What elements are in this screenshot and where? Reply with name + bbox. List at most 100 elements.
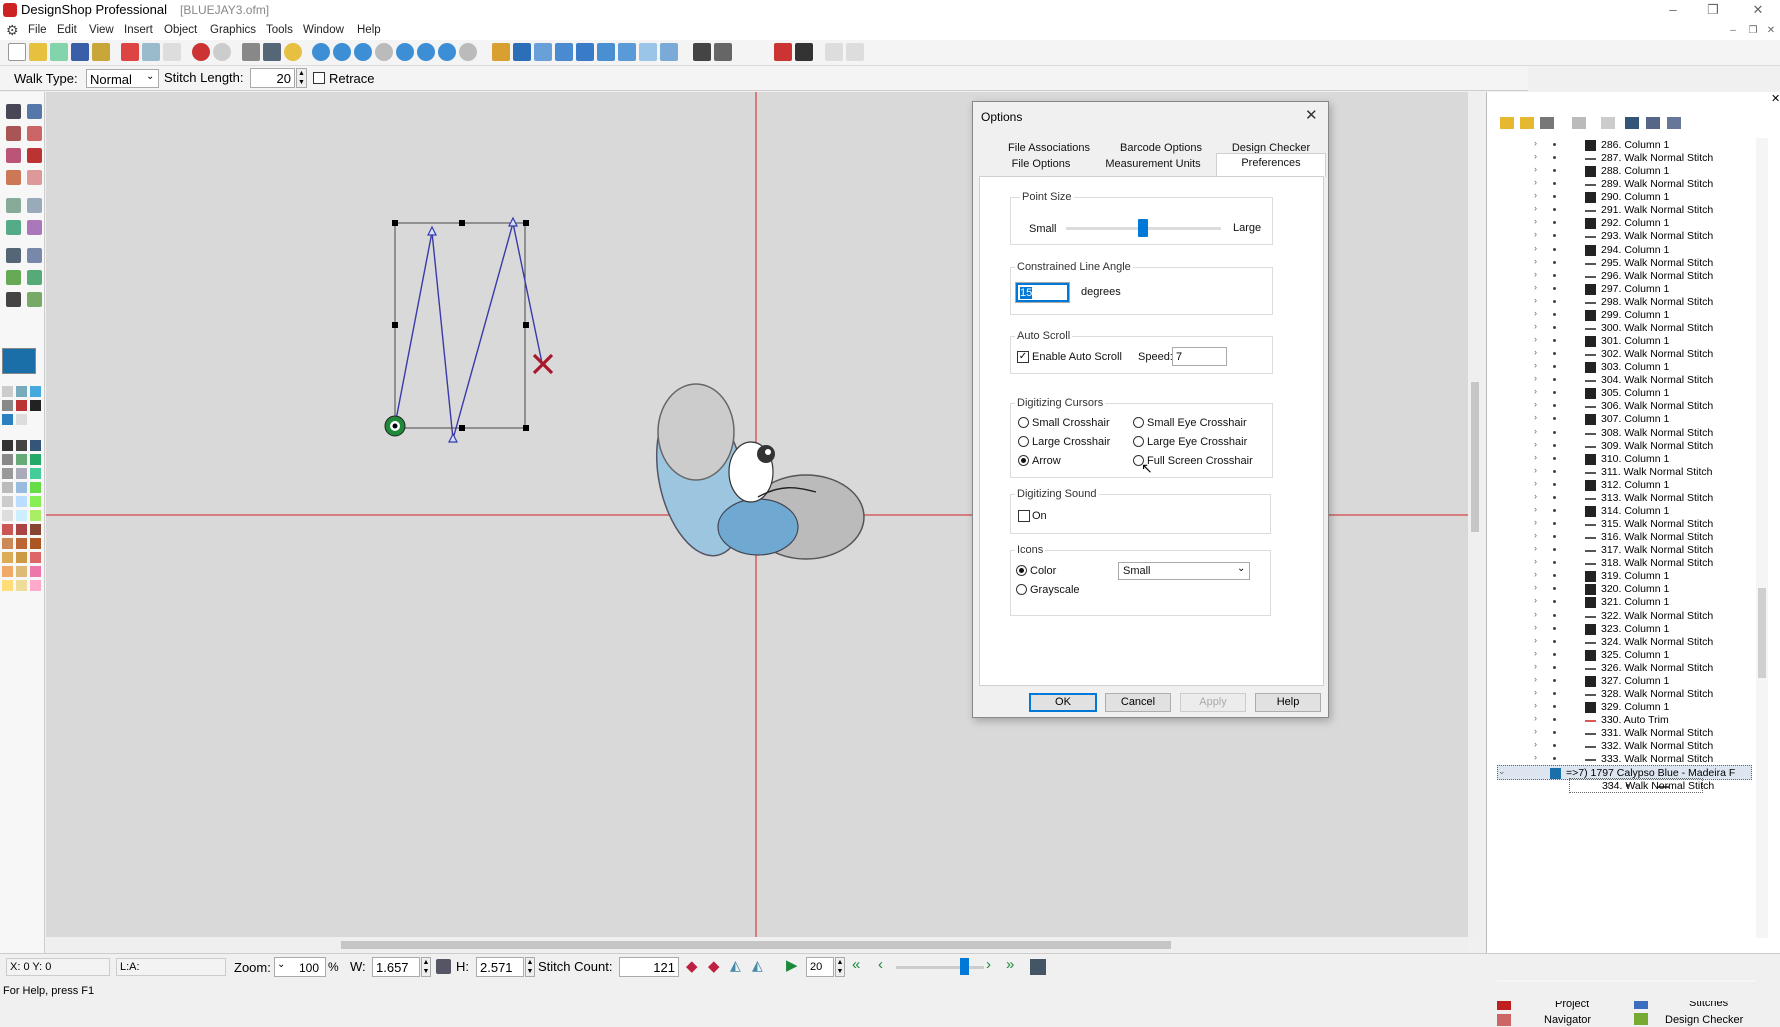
stitch-step-2-icon[interactable]: ◆	[708, 957, 720, 975]
stitch-player-icon[interactable]	[1030, 959, 1046, 975]
palette-color-swatch[interactable]	[30, 482, 41, 493]
expand-icon[interactable]: ›	[1534, 609, 1537, 619]
visibility-dot[interactable]	[1553, 352, 1556, 356]
cut-icon[interactable]	[121, 43, 139, 61]
stitch-length-spinner[interactable]: ▲ ▼	[296, 68, 307, 88]
expand-icon[interactable]: ›	[1534, 321, 1537, 331]
visibility-dot[interactable]	[1553, 221, 1556, 225]
copy-icon[interactable]	[142, 43, 160, 61]
menu-insert[interactable]: Insert	[124, 24, 153, 36]
palette-color-swatch[interactable]	[2, 552, 13, 563]
help-icon[interactable]	[284, 43, 302, 61]
save-icon[interactable]	[71, 43, 89, 61]
expand-icon[interactable]: ›	[1534, 517, 1537, 527]
palette-color-swatch[interactable]	[30, 440, 41, 451]
measure-icon[interactable]	[492, 43, 510, 61]
view-graphics-icon[interactable]	[660, 43, 678, 61]
retrace-checkbox[interactable]	[313, 72, 325, 84]
color-slot-5[interactable]	[16, 400, 27, 411]
open-icon[interactable]	[29, 43, 47, 61]
filter-icon[interactable]	[1601, 117, 1615, 129]
text-tool-icon[interactable]	[27, 148, 42, 163]
tab-navigator[interactable]: Navigator	[1544, 1014, 1591, 1026]
stitch-slider-thumb[interactable]	[960, 958, 969, 975]
view-outlines-icon[interactable]	[576, 43, 594, 61]
close-button[interactable]: ✕	[1745, 0, 1771, 20]
view-stitches-icon[interactable]	[555, 43, 573, 61]
palette-color-swatch[interactable]	[30, 580, 41, 591]
zoom-select[interactable]: ⌄ 100	[274, 957, 326, 977]
visibility-dot[interactable]	[1553, 548, 1556, 552]
point-size-slider-thumb[interactable]	[1138, 219, 1148, 237]
visibility-dot[interactable]	[1553, 691, 1556, 695]
fill-tool-icon[interactable]	[27, 170, 42, 185]
save-all-icon[interactable]	[92, 43, 110, 61]
expand-icon[interactable]: ›	[1534, 452, 1537, 462]
expand-icon[interactable]: ›	[1534, 399, 1537, 409]
new-icon[interactable]	[8, 43, 26, 61]
visibility-dot[interactable]	[1553, 757, 1556, 761]
visibility-dot[interactable]	[1553, 182, 1556, 186]
gear-icon[interactable]: ⚙	[6, 22, 19, 39]
expand-icon[interactable]: ›	[1534, 635, 1537, 645]
menu-view[interactable]: View	[89, 24, 114, 36]
width-spinner[interactable]: ▲ ▼	[421, 957, 431, 977]
split-icon[interactable]	[795, 43, 813, 61]
color-slot-1[interactable]	[2, 386, 13, 397]
palette-color-swatch[interactable]	[16, 440, 27, 451]
expand-icon[interactable]: ›	[1534, 386, 1537, 396]
disabled-tool-icon[interactable]	[825, 43, 843, 61]
expand-icon[interactable]: ›	[1534, 412, 1537, 422]
menu-window[interactable]: Window	[303, 24, 344, 36]
expand-icon[interactable]: ›	[1534, 465, 1537, 475]
visibility-dot[interactable]	[1553, 273, 1556, 277]
visibility-dot[interactable]	[1553, 456, 1556, 460]
visibility-dot[interactable]	[1553, 417, 1556, 421]
lock-ratio-icon[interactable]	[436, 959, 451, 974]
canvas-vertical-scrollbar[interactable]	[1468, 92, 1482, 937]
visibility-dot[interactable]	[1553, 600, 1556, 604]
visibility-dot[interactable]	[1553, 234, 1556, 238]
visibility-dot[interactable]	[1553, 299, 1556, 303]
visibility-dot[interactable]	[1553, 391, 1556, 395]
zoom-extent-icon[interactable]	[312, 43, 330, 61]
doc-close-button[interactable]: ✕	[1758, 21, 1780, 41]
transform-5-icon[interactable]	[6, 292, 21, 307]
canvas-horizontal-scrollbar[interactable]	[46, 937, 1468, 952]
visibility-dot[interactable]	[1553, 339, 1556, 343]
menu-graphics[interactable]: Graphics	[210, 24, 256, 36]
select-arrow-icon[interactable]	[6, 104, 21, 119]
expand-icon[interactable]: ›	[1534, 282, 1537, 292]
walk-type-select[interactable]: Normal ⌄	[86, 69, 159, 88]
apply-button[interactable]: Apply	[1180, 693, 1246, 712]
palette-color-swatch[interactable]	[2, 496, 13, 507]
visibility-dot[interactable]	[1553, 469, 1556, 473]
transform-3-icon[interactable]	[6, 270, 21, 285]
expand-icon[interactable]: ›	[1534, 530, 1537, 540]
zoom-fit-icon[interactable]	[438, 43, 456, 61]
color-slot-4[interactable]	[2, 400, 13, 411]
print-icon[interactable]	[263, 43, 281, 61]
palette-color-swatch[interactable]	[16, 580, 27, 591]
visibility-dot[interactable]	[1553, 705, 1556, 708]
menu-tools[interactable]: Tools	[266, 24, 293, 36]
menu-help[interactable]: Help	[357, 24, 381, 36]
zoom-in-icon[interactable]	[333, 43, 351, 61]
large-eye-crosshair-radio[interactable]	[1133, 436, 1144, 447]
stitch-jump-2-icon[interactable]: ◭	[752, 957, 763, 974]
expand-icon[interactable]: ›	[1534, 308, 1537, 318]
color-slot-3[interactable]	[30, 386, 41, 397]
palette-color-swatch[interactable]	[2, 468, 13, 479]
palette-color-swatch[interactable]	[30, 454, 41, 465]
palette-color-swatch[interactable]	[16, 524, 27, 535]
trim-icon[interactable]	[774, 43, 792, 61]
sort-icon[interactable]	[1572, 117, 1586, 129]
redo-icon[interactable]	[213, 43, 231, 61]
visibility-dot[interactable]	[1553, 443, 1556, 447]
list-view-icon[interactable]	[1540, 117, 1554, 129]
color-slot-7[interactable]	[2, 414, 13, 425]
dialog-close-icon[interactable]: ✕	[1305, 106, 1318, 124]
expand-icon[interactable]: ›	[1534, 256, 1537, 266]
visibility-dot[interactable]	[1553, 718, 1556, 722]
step-input[interactable]	[806, 957, 834, 977]
